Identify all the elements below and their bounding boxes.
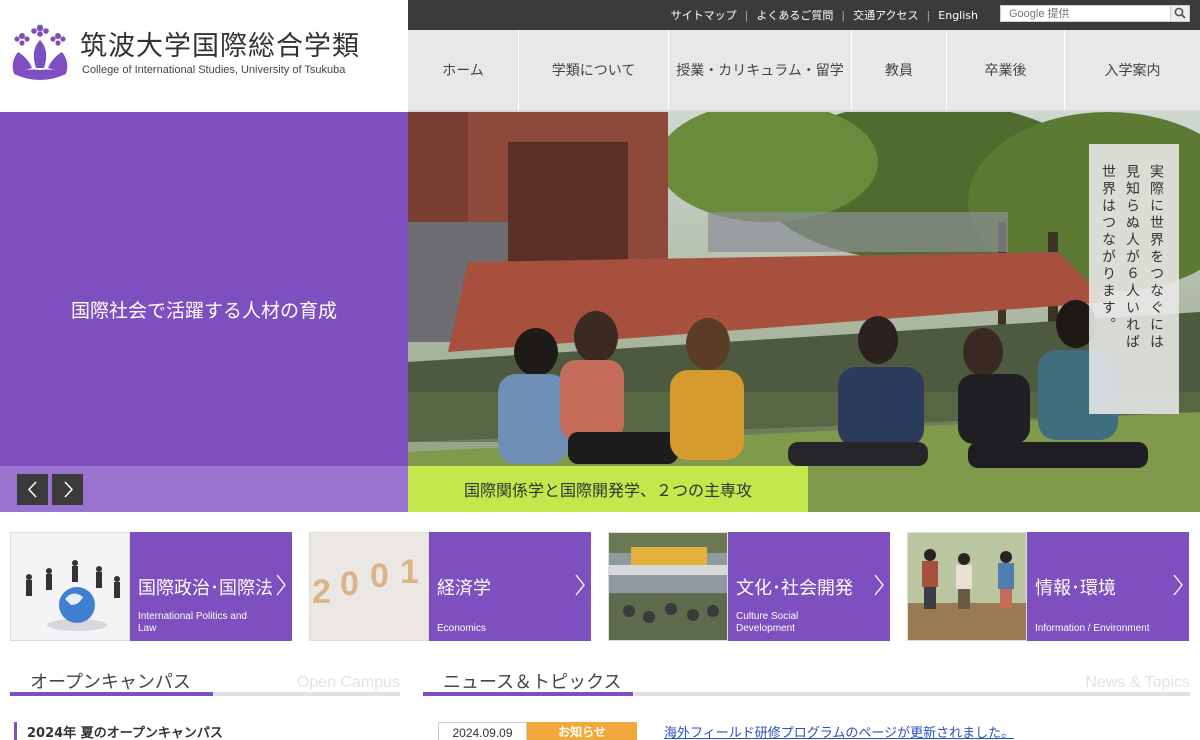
hero-tagline: 国際社会で活躍する人材の育成 xyxy=(70,300,337,322)
svg-text:2: 2 xyxy=(312,573,331,611)
open-campus-subtitle: Open Campus xyxy=(296,674,400,691)
category-title-en: International Politics and Law xyxy=(138,611,247,634)
category-body: 文化･社会開発 Culture Social Development xyxy=(728,532,890,641)
open-campus-heading: オープンキャンパス Open Campus xyxy=(10,668,400,696)
nav-curriculum[interactable]: 授業・カリキュラム・留学 xyxy=(669,30,852,110)
chevron-right-icon xyxy=(64,481,74,498)
category-card-economics[interactable]: 2 0 0 1 経済学 Economics xyxy=(309,532,591,641)
slider-prev-button[interactable] xyxy=(17,474,48,505)
section-divider-accent xyxy=(10,692,213,696)
news-heading: ニュース＆トピックス News & Topics xyxy=(423,668,1190,696)
section-divider-accent xyxy=(423,692,633,696)
chevron-right-icon xyxy=(1173,574,1183,596)
category-card-information-environment[interactable]: 情報･環境 Information / Environment xyxy=(907,532,1189,641)
separator: | xyxy=(841,8,846,22)
hero-quote-line-2: 見知らぬ人が６人いれば xyxy=(1124,164,1140,351)
category-title-en: Information / Environment xyxy=(1035,623,1150,634)
hero-quote-line-3: 世界はつながります。 xyxy=(1100,164,1116,334)
news-link[interactable]: 海外フィールド研修プログラムのページが更新されました。 xyxy=(664,722,1014,740)
separator: | xyxy=(926,8,931,22)
site-search xyxy=(1000,5,1190,22)
slider-next-button[interactable] xyxy=(52,474,83,505)
category-title-jp: 経済学 xyxy=(437,578,491,599)
category-title-jp: 国際政治･国際法 xyxy=(138,578,273,599)
global-nav: ホーム 学類について 授業・カリキュラム・留学 教員 卒業後 入学案内 xyxy=(408,30,1200,110)
nav-faculty[interactable]: 教員 xyxy=(852,30,947,110)
faq-link[interactable]: よくあるご質問 xyxy=(756,7,833,23)
hero-quote-line-1: 実際に世界をつなぐには xyxy=(1148,164,1164,351)
category-title-jp: 情報･環境 xyxy=(1035,578,1116,599)
hero-slider: 国際社会で活躍する人材の育成 実際に世界をつなぐには 見知らぬ人が６人いれば 世… xyxy=(0,112,1200,512)
category-body: 国際政治･国際法 International Politics and Law xyxy=(130,532,292,641)
nav-about[interactable]: 学類について xyxy=(519,30,669,110)
news-title: ニュース＆トピックス xyxy=(443,672,622,693)
svg-text:0: 0 xyxy=(370,557,389,595)
category-card-culture-development[interactable]: 文化･社会開発 Culture Social Development xyxy=(608,532,890,641)
campus-students-photo xyxy=(408,112,1200,512)
open-campus-item[interactable]: 2024年 夏のオープンキャンパス xyxy=(14,722,223,740)
news-date: 2024.09.09 xyxy=(438,722,527,740)
nav-home[interactable]: ホーム xyxy=(408,30,519,110)
utility-bar: サイトマップ | よくあるご質問 | 交通アクセス | English xyxy=(408,0,1200,30)
paulownia-crest-icon xyxy=(12,24,68,80)
slider-controls xyxy=(0,466,408,512)
chevron-right-icon xyxy=(575,574,585,596)
nav-admissions[interactable]: 入学案内 xyxy=(1065,30,1200,110)
english-link[interactable]: English xyxy=(938,9,978,22)
category-body: 情報･環境 Information / Environment xyxy=(1027,532,1189,641)
hero-quote-box: 実際に世界をつなぐには 見知らぬ人が６人いれば 世界はつながります。 xyxy=(1089,144,1179,414)
chevron-right-icon xyxy=(874,574,884,596)
category-image: 2 0 0 1 xyxy=(309,532,429,641)
news-subtitle: News & Topics xyxy=(1085,674,1190,691)
category-title-jp: 文化･社会開発 xyxy=(736,578,853,599)
category-title-en: Economics xyxy=(437,623,486,634)
category-body: 経済学 Economics xyxy=(429,532,591,641)
site-header: 筑波大学国際総合学類 College of International Stud… xyxy=(0,0,1200,112)
utility-links: サイトマップ | よくあるご質問 | 交通アクセス | English xyxy=(671,0,978,30)
numbers-blocks-image: 2 0 0 1 xyxy=(310,533,428,640)
category-image xyxy=(608,532,728,641)
svg-text:1: 1 xyxy=(400,553,419,591)
fieldwork-image xyxy=(908,533,1026,640)
category-title-en: Culture Social Development xyxy=(736,611,799,634)
chevron-left-icon xyxy=(27,481,37,498)
chevron-right-icon xyxy=(276,574,286,596)
logo[interactable]: 筑波大学国際総合学類 College of International Stud… xyxy=(0,0,408,112)
category-card-politics-law[interactable]: 国際政治･国際法 International Politics and Law xyxy=(10,532,292,641)
category-image xyxy=(907,532,1027,641)
hero-text-panel: 国際社会で活躍する人材の育成 xyxy=(0,112,408,466)
major-categories: 国際政治･国際法 International Politics and Law … xyxy=(0,532,1200,642)
svg-text:0: 0 xyxy=(340,565,359,603)
search-icon xyxy=(1174,7,1186,19)
globe-people-image xyxy=(11,533,129,640)
market-image xyxy=(609,533,727,640)
logo-title-en: College of International Studies, Univer… xyxy=(82,64,346,76)
access-link[interactable]: 交通アクセス xyxy=(853,7,918,23)
news-category-badge: お知らせ xyxy=(527,722,637,740)
search-input[interactable] xyxy=(1001,6,1171,21)
logo-title-jp: 筑波大学国際総合学類 xyxy=(80,31,360,62)
search-button[interactable] xyxy=(1170,6,1189,21)
separator: | xyxy=(744,8,749,22)
hero-photo: 実際に世界をつなぐには 見知らぬ人が６人いれば 世界はつながります。 国際関係学… xyxy=(408,112,1200,512)
open-campus-title: オープンキャンパス xyxy=(30,672,191,693)
category-image xyxy=(10,532,130,641)
nav-careers[interactable]: 卒業後 xyxy=(947,30,1065,110)
sitemap-link[interactable]: サイトマップ xyxy=(671,7,737,23)
hero-caption: 国際関係学と国際開発学、２つの主専攻 xyxy=(408,466,808,512)
